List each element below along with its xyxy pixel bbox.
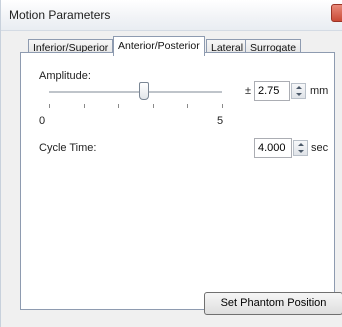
spin-up-icon[interactable]: [298, 143, 304, 146]
set-phantom-position-button[interactable]: Set Phantom Position: [204, 292, 342, 315]
spin-down-icon[interactable]: [296, 93, 302, 96]
slider-tick: [49, 104, 50, 108]
tab-anterior-posterior[interactable]: Anterior/Posterior: [113, 36, 205, 56]
slider-max-label: 5: [217, 115, 224, 127]
cycle-time-unit: sec: [311, 142, 329, 154]
spin-up-icon[interactable]: [296, 86, 302, 89]
title-bar: Motion Parameters: [1, 0, 342, 31]
slider-tick: [222, 104, 223, 108]
spin-down-icon[interactable]: [298, 150, 304, 153]
cycle-time-spinner[interactable]: [293, 140, 308, 156]
amplitude-spinner[interactable]: [291, 83, 306, 99]
amplitude-input[interactable]: [254, 81, 290, 101]
slider-min-label: 0: [39, 115, 46, 127]
plus-minus-symbol: ±: [245, 85, 252, 97]
slider-tick: [153, 104, 154, 108]
motion-parameters-window: Motion Parameters Inferior/Superior Ante…: [0, 0, 342, 327]
amplitude-slider-track[interactable]: [49, 91, 222, 94]
slider-tick: [187, 104, 188, 108]
amplitude-slider-thumb[interactable]: [139, 82, 150, 100]
window-title: Motion Parameters: [9, 8, 111, 22]
close-icon[interactable]: [331, 4, 342, 22]
cycle-time-input[interactable]: [254, 138, 292, 158]
slider-tick: [118, 104, 119, 108]
amplitude-label: Amplitude:: [39, 70, 91, 82]
cycle-time-label: Cycle Time:: [39, 142, 97, 154]
slider-tick: [84, 104, 85, 108]
amplitude-unit: mm: [310, 85, 329, 97]
